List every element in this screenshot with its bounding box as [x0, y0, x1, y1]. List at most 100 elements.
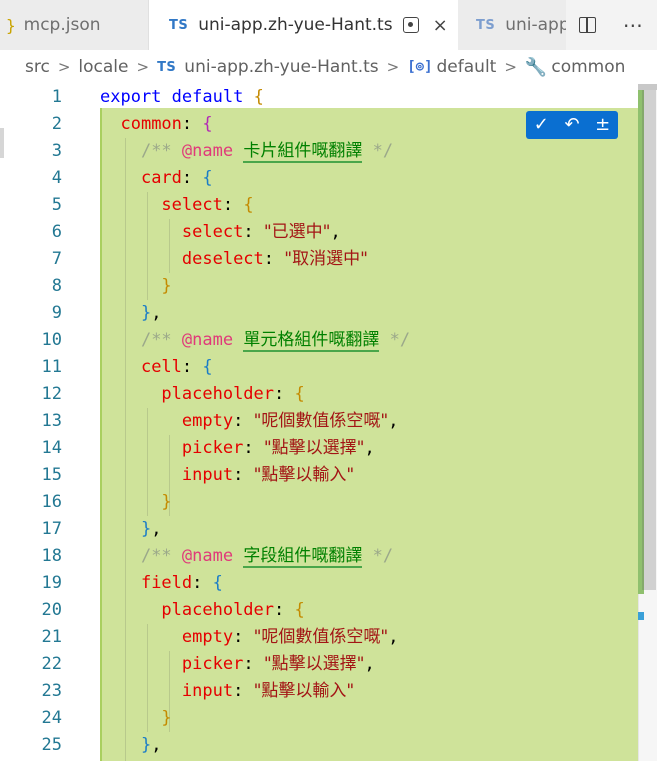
code-text: card: { — [140, 168, 213, 188]
diff-file-icon[interactable]: ± — [595, 111, 610, 139]
line-number: 4 — [51, 168, 62, 188]
code-line: 21 empty: "呢個數值係空嘅", — [0, 624, 638, 651]
scrollbar-cursor-marker — [638, 612, 644, 620]
line-number: 2 — [51, 114, 62, 134]
tab-uni-app[interactable]: TS uni-app — [458, 0, 566, 50]
symbol-variable-icon: [⊚] — [407, 59, 433, 75]
code-text: field: { — [140, 573, 223, 593]
line-number: 18 — [41, 546, 62, 566]
code-line: 17 }, — [0, 516, 638, 543]
code-text: cell: { — [140, 357, 213, 377]
breadcrumb-src[interactable]: src — [25, 57, 50, 77]
typescript-file-icon: TS — [169, 17, 189, 33]
tab-uni-app-zh-yue-hant[interactable]: TS uni-app.zh-yue-Hant.ts × — [149, 0, 458, 50]
code-text: deselect: "取消選中" — [181, 249, 368, 269]
breadcrumb-locale[interactable]: locale — [78, 57, 128, 77]
code-line: 5 select: { — [0, 192, 638, 219]
line-number: 9 — [51, 303, 62, 323]
line-number: 5 — [51, 195, 62, 215]
line-number: 8 — [51, 276, 62, 296]
line-number: 17 — [41, 519, 62, 539]
code-line: 10 /** @name 單元格組件嘅翻譯 */ — [0, 327, 638, 354]
tab-bar: } mcp.json TS uni-app.zh-yue-Hant.ts × T… — [0, 0, 657, 51]
chevron-right-icon: > — [57, 58, 71, 76]
code-line: 1 export default { — [0, 84, 638, 111]
code-line: 14 picker: "點擊以選擇", — [0, 435, 638, 462]
chevron-right-icon: > — [504, 58, 517, 76]
code-line: 12 placeholder: { — [0, 381, 638, 408]
code-line: 25 }, — [0, 732, 638, 759]
line-number: 25 — [41, 735, 62, 755]
breadcrumb-member[interactable]: common — [551, 57, 625, 77]
code-text: } — [161, 276, 172, 296]
line-number: 7 — [51, 249, 62, 269]
scrollbar-thumb[interactable] — [642, 90, 656, 590]
code-editor[interactable]: 1 export default { 2 common: { 3 /** @na… — [0, 84, 657, 761]
line-number: 12 — [41, 384, 62, 404]
code-text: picker: "點擊以選擇", — [181, 438, 375, 458]
code-line: 13 empty: "呢個數值係空嘅", — [0, 408, 638, 435]
tab-label: mcp.json — [23, 15, 101, 35]
unsaved-changes-icon — [402, 17, 419, 33]
code-line: 8 } — [0, 273, 638, 300]
chevron-right-icon: > — [136, 58, 150, 76]
code-text: /** @name 單元格組件嘅翻譯 */ — [140, 330, 411, 352]
line-number: 21 — [41, 627, 62, 647]
code-line: 20 placeholder: { — [0, 597, 638, 624]
code-text: empty: "呢個數值係空嘅", — [181, 411, 399, 431]
chevron-right-icon: > — [386, 58, 400, 76]
code-line: 15 input: "點擊以輸入" — [0, 462, 638, 489]
code-text: } — [161, 708, 172, 728]
code-text: }, — [140, 519, 162, 539]
code-text: placeholder: { — [161, 600, 305, 620]
accept-icon[interactable]: ✓ — [534, 111, 549, 139]
code-line: 22 picker: "點擊以選擇", — [0, 651, 638, 678]
code-line: 4 card: { — [0, 165, 638, 192]
code-text: common: { — [120, 114, 213, 134]
code-text: export default { — [100, 87, 264, 107]
code-text: /** @name 卡片組件嘅翻譯 */ — [140, 141, 394, 163]
close-icon[interactable]: × — [433, 15, 448, 36]
line-number: 13 — [41, 411, 62, 431]
code-text: placeholder: { — [161, 384, 305, 404]
code-text: input: "點擊以輸入" — [181, 465, 355, 485]
line-number: 10 — [41, 330, 62, 350]
code-line: 7 deselect: "取消選中" — [0, 246, 638, 273]
code-line: 23 input: "點擊以輸入" — [0, 678, 638, 705]
tab-label: uni-app.zh-yue-Hant.ts — [198, 15, 393, 35]
typescript-file-icon: TS — [157, 59, 177, 75]
line-number: 20 — [41, 600, 62, 620]
code-line: 24 } — [0, 705, 638, 732]
code-text: empty: "呢個數值係空嘅", — [181, 627, 399, 647]
code-line: 11 cell: { — [0, 354, 638, 381]
typescript-file-icon: TS — [476, 17, 496, 33]
line-number: 15 — [41, 465, 62, 485]
code-text: /** @name 字段組件嘅翻譯 */ — [140, 546, 394, 568]
wrench-icon: 🔧 — [524, 56, 548, 78]
line-number: 14 — [41, 438, 62, 458]
code-line: 6 select: "已選中", — [0, 219, 638, 246]
tab-mcp-json[interactable]: } mcp.json — [0, 0, 149, 50]
code-text: } — [161, 492, 172, 512]
code-line: 19 field: { — [0, 570, 638, 597]
line-number: 22 — [41, 654, 62, 674]
line-number: 16 — [41, 492, 62, 512]
code-text: }, — [140, 303, 162, 323]
line-number: 19 — [41, 573, 62, 593]
inline-diff-actions: ✓ ↶ ± — [526, 111, 618, 139]
tab-label: uni-app — [505, 15, 566, 35]
code-text: select: "已選中", — [181, 222, 341, 242]
line-number: 3 — [51, 141, 62, 161]
json-file-icon: } — [6, 15, 16, 35]
undo-icon[interactable]: ↶ — [564, 111, 579, 139]
code-line: 3 /** @name 卡片組件嘅翻譯 */ — [0, 138, 638, 165]
line-number: 1 — [51, 87, 62, 107]
code-text: input: "點擊以輸入" — [181, 681, 355, 701]
more-actions-icon[interactable]: ⋯ — [623, 13, 644, 37]
breadcrumb-file[interactable]: uni-app.zh-yue-Hant.ts — [184, 57, 378, 77]
code-text: picker: "點擊以選擇", — [181, 654, 375, 674]
breadcrumb-symbol[interactable]: default — [437, 57, 497, 77]
split-editor-icon[interactable] — [579, 17, 597, 33]
breadcrumb: src > locale > TS uni-app.zh-yue-Hant.ts… — [0, 50, 657, 84]
line-number: 11 — [41, 357, 62, 377]
